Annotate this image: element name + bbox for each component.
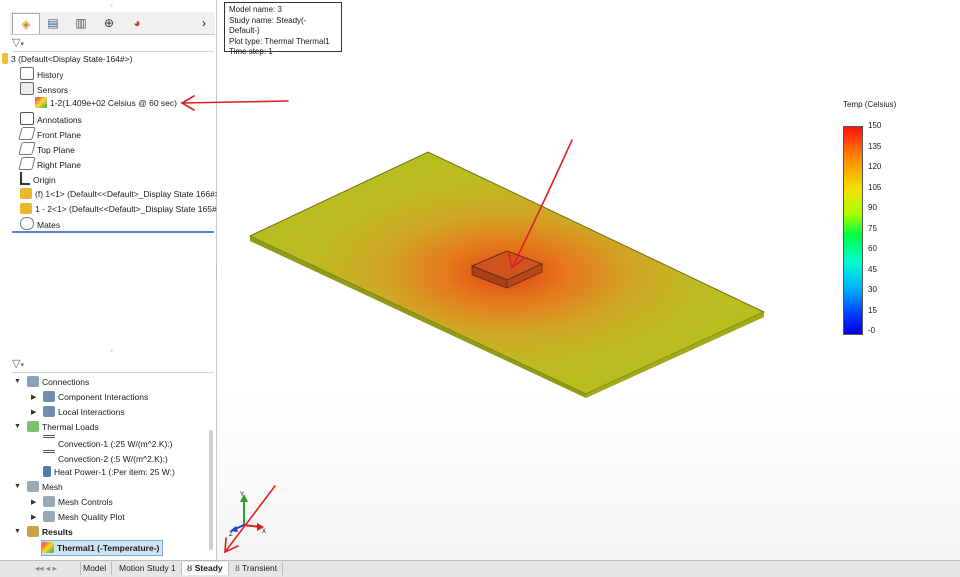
model-canvas: Y X Z xyxy=(180,95,766,554)
axis-triad[interactable] xyxy=(230,494,264,532)
axis-z-label: Z xyxy=(229,532,233,538)
annotation-arrow-sensor xyxy=(180,95,289,111)
axis-y-label: Y xyxy=(240,492,244,498)
tab-label: Transient xyxy=(242,563,278,573)
legend-tick: 30 xyxy=(868,285,877,294)
legend-tick: -0 xyxy=(868,326,876,335)
legend-tick: 60 xyxy=(868,244,877,253)
legend-tick: 135 xyxy=(868,141,882,151)
legend-tick: 75 xyxy=(868,223,877,233)
study-tab-icon: ȣ xyxy=(187,563,193,573)
prev-icon: ◂ xyxy=(45,563,51,573)
legend-tick: 150 xyxy=(868,121,882,130)
legend-tick: 120 xyxy=(868,162,882,171)
tab-motion-study-1[interactable]: Motion Study 1 xyxy=(114,562,182,575)
plot-info-box: Model name: 3 Study name: Steady(-Defaul… xyxy=(224,2,342,56)
legend-tick: 90 xyxy=(868,203,877,212)
legend-tick: 45 xyxy=(868,264,877,274)
study-tab-icon: ȣ xyxy=(235,563,240,573)
first-icon: ◂◂ xyxy=(35,563,44,573)
bottom-tab-bar: ◂◂ ◂ ▸ Model Motion Study 1 ȣ Steady ȣ T… xyxy=(0,560,960,577)
tab-steady[interactable]: ȣ Steady xyxy=(182,562,229,575)
info-study-name: Study name: Steady(-Default-) xyxy=(229,15,307,36)
tab-model[interactable]: Model xyxy=(78,562,113,575)
legend-tick: 15 xyxy=(868,305,877,315)
legend-title: Temp (Celsius) xyxy=(843,100,897,109)
info-model-name: Model name: 3 xyxy=(229,5,282,14)
annotation-arrow-tabs xyxy=(224,485,276,554)
temperature-legend-bar[interactable] xyxy=(843,126,863,335)
next-icon: ▸ xyxy=(52,563,57,573)
info-time-step: Time step: 1 xyxy=(229,47,273,56)
axis-x-label: X xyxy=(262,529,266,535)
tab-scroll-buttons[interactable]: ◂◂ ◂ ▸ xyxy=(30,562,81,575)
info-plot-type: Plot type: Thermal Thermal1 xyxy=(229,36,330,46)
tab-label: Steady xyxy=(194,563,223,573)
legend-tick: 105 xyxy=(868,182,882,192)
tab-transient[interactable]: ȣ Transient xyxy=(230,562,284,575)
